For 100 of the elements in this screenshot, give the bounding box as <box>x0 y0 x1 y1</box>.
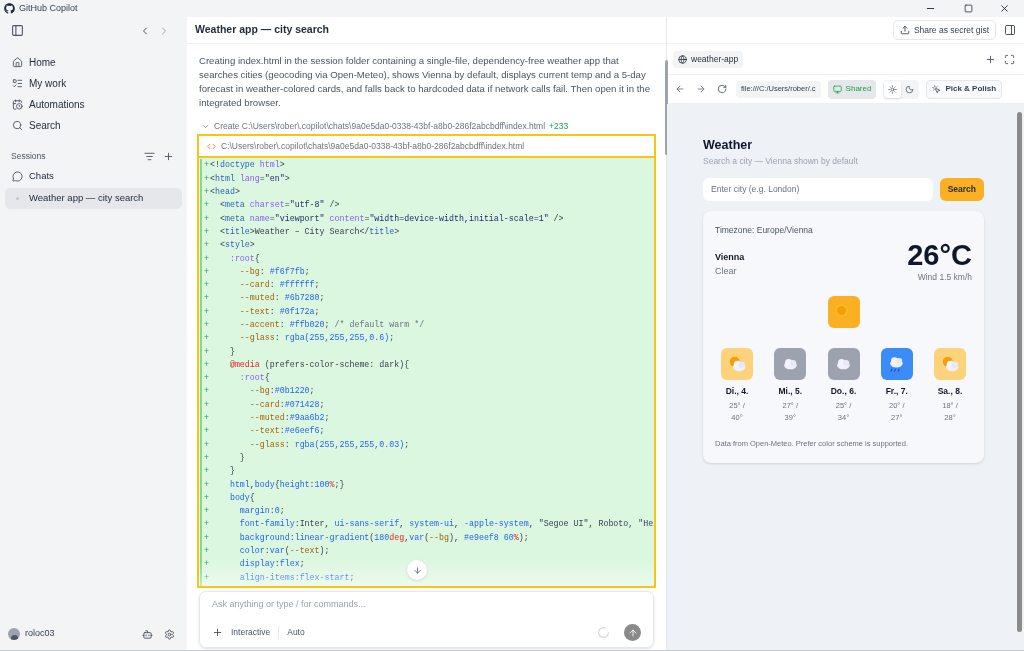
forecast-day: Sa., 8. <box>937 385 963 398</box>
code-line: margin:0; <box>238 505 285 518</box>
add-icon[interactable] <box>163 150 174 162</box>
code-line: --glass: rgba(255,255,255,0.6); <box>238 332 395 345</box>
code-line: --bg: #f6f7fb; <box>238 265 310 278</box>
filter-icon[interactable] <box>144 150 155 162</box>
nav-item[interactable]: My work <box>5 73 182 94</box>
code-line: display:flex; <box>238 558 305 571</box>
diff-marker: + <box>203 332 210 345</box>
fullscreen-icon[interactable] <box>1004 53 1015 65</box>
diff-marker: + <box>203 186 210 198</box>
city-field[interactable]: Enter city (e.g. London) <box>703 177 933 201</box>
message-field[interactable]: Ask anything or type / for commands... <box>212 598 641 612</box>
code-line: --glass: rgba(255,255,255,0.03); <box>248 438 410 451</box>
assistant-message: Creating index.html in the session folder containing a single-file, dependency-free weather app that searches cities (geocoding via Open-Meteo), shows Vienna by default, displays current temp and a 5-day forecast in weather-colored cards, and falls back to hardcoded data if network calls fail. Then open it in the integrated browser. <box>199 54 651 110</box>
nav-item[interactable]: Home <box>5 52 182 73</box>
code-line: --bg:#0b1220; <box>248 385 315 398</box>
forecast-day: Fr., 7. <box>885 385 908 398</box>
send-button[interactable] <box>624 624 641 641</box>
share-button[interactable]: Share as secret gist <box>892 20 996 40</box>
arrow-up-icon <box>627 627 638 638</box>
diff-marker: + <box>203 212 210 225</box>
chevron-icon <box>201 122 210 131</box>
diff-marker: + <box>203 319 210 331</box>
forecast-day: Di., 4. <box>725 385 749 398</box>
code-line: --muted:#9aa6b2; <box>248 412 330 425</box>
model-button[interactable]: Auto <box>287 626 305 639</box>
diff-marker: + <box>203 385 210 398</box>
forward-icon[interactable] <box>696 84 706 94</box>
code-line: <meta name="viewport" content="width=device-width,initial-scale=1" /> <box>218 212 564 225</box>
checklist-icon <box>12 78 23 89</box>
diff-marker: + <box>203 531 210 544</box>
code-icon <box>207 141 216 151</box>
diff-marker: + <box>203 571 210 584</box>
mode-button[interactable]: Interactive <box>231 626 280 639</box>
code-line: <!doctype html> <box>210 159 285 172</box>
search-icon <box>12 120 23 131</box>
diff-marker: + <box>203 545 210 558</box>
code-line: --muted: #6b7280; <box>238 292 325 305</box>
wind-label: Wind 1.5 km/h <box>917 271 972 284</box>
diff-marker: + <box>203 358 210 371</box>
sidebar-toggle-icon[interactable] <box>11 24 24 37</box>
browser-tab[interactable]: weather-app <box>673 50 744 68</box>
github-logo-icon <box>4 3 15 14</box>
diff-marker: + <box>203 372 210 385</box>
pick-polish-button[interactable]: Pick & Polish <box>926 79 1003 99</box>
chat-title: Weather app — city search <box>195 22 330 38</box>
search-button[interactable]: Search <box>939 177 984 201</box>
close-icon[interactable] <box>999 3 1010 14</box>
maximize-icon[interactable] <box>964 4 973 13</box>
avatar[interactable] <box>8 628 20 640</box>
session-item[interactable]: Chats <box>5 166 182 187</box>
user-name: roloc03 <box>25 627 55 641</box>
diff-marker: + <box>203 438 210 451</box>
diff-marker: + <box>203 252 210 265</box>
session-item[interactable]: Weather app — city search <box>5 188 182 209</box>
code-line: :root{ <box>238 372 270 385</box>
house-icon <box>12 57 23 68</box>
add-icon[interactable] <box>212 627 223 638</box>
file-operation-row[interactable]: Create C:\Users\rober\.copilot\chats\9a0e5da0-0338-43bf-a8b0-286f2abcbdff\index.html +233 <box>199 120 654 133</box>
chat-input[interactable]: Ask anything or type / for commands... Interactive Auto <box>199 591 654 648</box>
diff-marker: + <box>203 239 210 252</box>
back-icon[interactable] <box>675 84 685 94</box>
new-tab-icon[interactable] <box>985 53 996 65</box>
panel-toggle-icon[interactable] <box>1004 24 1016 36</box>
nav-item[interactable]: Search <box>5 115 182 136</box>
moon-icon <box>905 84 915 94</box>
diff-marker: + <box>203 518 210 531</box>
page-title: Weather <box>703 137 754 154</box>
sun-icon <box>888 84 898 94</box>
diff-marker: + <box>203 451 210 464</box>
reload-icon[interactable] <box>717 84 727 94</box>
chat-bubble-icon <box>12 171 23 182</box>
calendar-icon <box>12 99 23 110</box>
robot-icon[interactable] <box>142 628 153 640</box>
code-line: --card:#071428; <box>248 398 325 411</box>
globe-icon <box>678 54 687 64</box>
nav-item[interactable]: Automations <box>5 94 182 115</box>
code-line: background:linear-gradient(180deg,var(--bg), #e9eef8 60%); <box>238 531 529 544</box>
code-line: <meta charset="utf-8" /> <box>218 199 340 212</box>
diff-marker: + <box>203 465 210 478</box>
diff-marker: + <box>203 505 210 518</box>
forecast-day: Do., 6. <box>830 385 857 398</box>
sun-toggle[interactable] <box>884 80 902 98</box>
code-line: :root{ <box>228 252 260 265</box>
settings-icon[interactable] <box>164 628 175 640</box>
added-lines-count: +233 <box>549 120 569 133</box>
code-line: --card: #ffffff; <box>238 279 320 292</box>
window-title: GitHub Copilot <box>19 1 78 15</box>
code-line: align-items:flex-start; <box>238 571 355 584</box>
code-line: --text: #0f172a; <box>238 305 320 318</box>
spinner-icon <box>597 626 610 639</box>
diff-marker: + <box>203 159 210 172</box>
diff-marker: + <box>203 172 210 185</box>
page-subtitle: Search a city — Vienna shown by default <box>703 154 859 168</box>
diff-marker: + <box>203 292 210 305</box>
code-line: body{ <box>228 491 255 504</box>
section-heading: Sessions <box>11 149 46 163</box>
code-line: <title>Weather – City Search</title> <box>218 225 400 238</box>
code-line: <style> <box>218 239 255 252</box>
